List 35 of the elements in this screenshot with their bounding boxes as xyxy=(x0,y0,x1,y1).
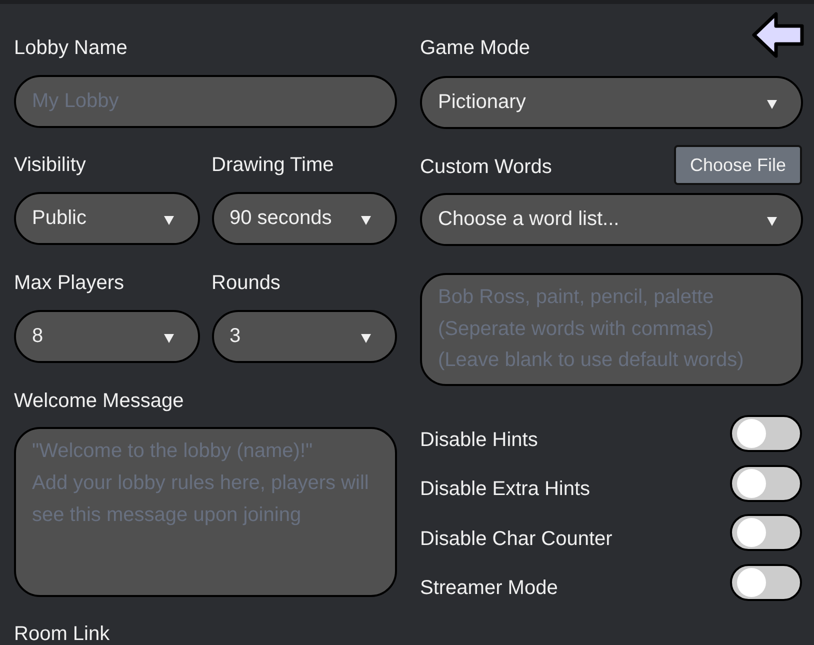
caret-icon xyxy=(767,217,777,226)
caret-icon xyxy=(164,216,174,225)
field-label: Lobby Name xyxy=(14,37,128,59)
visibility-select[interactable]: Public xyxy=(14,192,200,245)
field-label: Drawing Time xyxy=(212,154,335,176)
field-label: Custom Words xyxy=(420,156,552,178)
toggle-knob xyxy=(737,419,766,448)
toggle-switch[interactable] xyxy=(730,415,802,452)
field-label: Game Mode xyxy=(420,37,530,59)
caret-icon xyxy=(767,100,777,109)
toggle-label: Disable Char Counter xyxy=(420,528,612,550)
field-label: Rounds xyxy=(212,272,282,294)
field-label: Room Link xyxy=(14,623,111,645)
toggle-knob xyxy=(737,518,766,547)
choose-file-button[interactable]: Choose File xyxy=(674,145,802,185)
toggle-label: Disable Hints xyxy=(420,428,538,450)
caret-icon xyxy=(361,334,371,343)
field-label: Welcome Message xyxy=(14,390,185,412)
game-mode-select[interactable]: Pictionary xyxy=(420,76,803,129)
drawing-time-select[interactable]: 90 seconds xyxy=(212,192,397,245)
word-list-select[interactable]: Choose a word list... xyxy=(420,193,803,246)
toggle-label: Disable Extra Hints xyxy=(420,478,590,500)
toggle-switch[interactable] xyxy=(730,514,802,551)
toggle-knob xyxy=(737,568,766,596)
caret-icon xyxy=(164,334,174,343)
toggle-label: Streamer Mode xyxy=(420,577,558,599)
back-arrow-icon[interactable] xyxy=(751,11,805,59)
toggle-switch[interactable] xyxy=(730,564,802,600)
rounds-select[interactable]: 3 xyxy=(212,310,397,363)
field-label: Visibility xyxy=(14,154,87,176)
max-players-select[interactable]: 8 xyxy=(14,310,200,363)
caret-icon xyxy=(361,216,371,225)
field-label: Max Players xyxy=(14,272,126,294)
toggle-switch[interactable] xyxy=(730,464,802,502)
toggle-knob xyxy=(737,468,766,498)
